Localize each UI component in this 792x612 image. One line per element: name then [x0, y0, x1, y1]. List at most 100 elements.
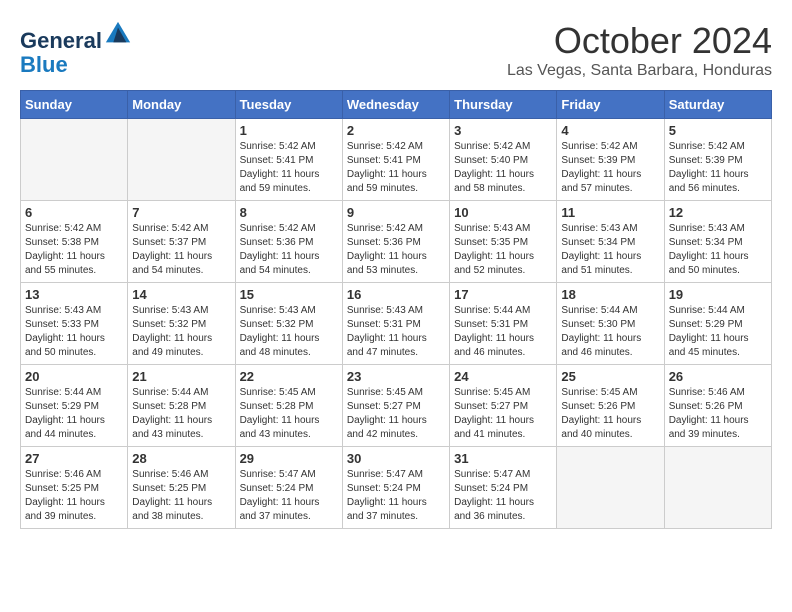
logo-blue-text: Blue	[20, 53, 132, 77]
calendar-cell: 9 Sunrise: 5:42 AMSunset: 5:36 PMDaylight…	[342, 201, 449, 283]
weekday-header-wednesday: Wednesday	[342, 91, 449, 119]
day-number: 15	[240, 287, 338, 302]
calendar-cell: 29 Sunrise: 5:47 AMSunset: 5:24 PMDayligh…	[235, 447, 342, 529]
day-info: Sunrise: 5:43 AMSunset: 5:32 PMDaylight:…	[240, 304, 338, 360]
calendar-cell: 20 Sunrise: 5:44 AMSunset: 5:29 PMDayligh…	[21, 365, 128, 447]
day-info: Sunrise: 5:46 AMSunset: 5:25 PMDaylight:…	[25, 468, 123, 524]
day-number: 31	[454, 451, 552, 466]
calendar-week-5: 27Sunrise: 5:46 AMSunset: 5:25 PMDayligh…	[21, 447, 772, 529]
day-number: 29	[240, 451, 338, 466]
day-info: Sunrise: 5:42 AMSunset: 5:37 PMDaylight:…	[132, 222, 230, 278]
calendar-cell	[21, 119, 128, 201]
day-info: Sunrise: 5:47 AMSunset: 5:24 PMDaylight:…	[347, 468, 445, 524]
logo: General Blue	[20, 20, 132, 77]
day-info: Sunrise: 5:45 AMSunset: 5:27 PMDaylight:…	[454, 386, 552, 442]
day-number: 4	[561, 123, 659, 138]
day-info: Sunrise: 5:46 AMSunset: 5:25 PMDaylight:…	[132, 468, 230, 524]
day-info: Sunrise: 5:46 AMSunset: 5:26 PMDaylight:…	[669, 386, 767, 442]
day-info: Sunrise: 5:43 AMSunset: 5:34 PMDaylight:…	[669, 222, 767, 278]
calendar-week-3: 13 Sunrise: 5:43 AMSunset: 5:33 PMDayligh…	[21, 283, 772, 365]
calendar-cell	[128, 119, 235, 201]
calendar-cell: 8 Sunrise: 5:42 AMSunset: 5:36 PMDaylight…	[235, 201, 342, 283]
calendar-cell: 15 Sunrise: 5:43 AMSunset: 5:32 PMDayligh…	[235, 283, 342, 365]
location-text: Las Vegas, Santa Barbara, Honduras	[507, 62, 772, 80]
day-info: Sunrise: 5:42 AMSunset: 5:36 PMDaylight:…	[240, 222, 338, 278]
day-info: Sunrise: 5:45 AMSunset: 5:27 PMDaylight:…	[347, 386, 445, 442]
day-number: 28	[132, 451, 230, 466]
calendar-cell: 23 Sunrise: 5:45 AMSunset: 5:27 PMDayligh…	[342, 365, 449, 447]
weekday-header-friday: Friday	[557, 91, 664, 119]
day-info: Sunrise: 5:43 AMSunset: 5:35 PMDaylight:…	[454, 222, 552, 278]
calendar-cell: 17 Sunrise: 5:44 AMSunset: 5:31 PMDayligh…	[450, 283, 557, 365]
calendar-cell: 1 Sunrise: 5:42 AMSunset: 5:41 PMDaylight…	[235, 119, 342, 201]
calendar-cell	[557, 447, 664, 529]
day-info: Sunrise: 5:42 AMSunset: 5:41 PMDaylight:…	[347, 140, 445, 196]
day-info: Sunrise: 5:44 AMSunset: 5:30 PMDaylight:…	[561, 304, 659, 360]
day-info: Sunrise: 5:45 AMSunset: 5:26 PMDaylight:…	[561, 386, 659, 442]
calendar-cell: 19 Sunrise: 5:44 AMSunset: 5:29 PMDayligh…	[664, 283, 771, 365]
calendar-cell: 18Sunrise: 5:44 AMSunset: 5:30 PMDayligh…	[557, 283, 664, 365]
day-info: Sunrise: 5:43 AMSunset: 5:34 PMDaylight:…	[561, 222, 659, 278]
calendar-cell: 12 Sunrise: 5:43 AMSunset: 5:34 PMDayligh…	[664, 201, 771, 283]
calendar-cell: 21Sunrise: 5:44 AMSunset: 5:28 PMDayligh…	[128, 365, 235, 447]
calendar-cell: 10 Sunrise: 5:43 AMSunset: 5:35 PMDayligh…	[450, 201, 557, 283]
calendar-cell: 7 Sunrise: 5:42 AMSunset: 5:37 PMDaylight…	[128, 201, 235, 283]
day-number: 11	[561, 205, 659, 220]
calendar-cell: 31 Sunrise: 5:47 AMSunset: 5:24 PMDayligh…	[450, 447, 557, 529]
calendar-table: SundayMondayTuesdayWednesdayThursdayFrid…	[20, 90, 772, 529]
day-info: Sunrise: 5:42 AMSunset: 5:41 PMDaylight:…	[240, 140, 338, 196]
month-title: October 2024	[507, 20, 772, 62]
day-number: 22	[240, 369, 338, 384]
day-number: 13	[25, 287, 123, 302]
weekday-header-thursday: Thursday	[450, 91, 557, 119]
day-info: Sunrise: 5:42 AMSunset: 5:36 PMDaylight:…	[347, 222, 445, 278]
day-number: 8	[240, 205, 338, 220]
day-number: 30	[347, 451, 445, 466]
day-info: Sunrise: 5:45 AMSunset: 5:28 PMDaylight:…	[240, 386, 338, 442]
day-info: Sunrise: 5:44 AMSunset: 5:31 PMDaylight:…	[454, 304, 552, 360]
weekday-header-saturday: Saturday	[664, 91, 771, 119]
title-section: October 2024 Las Vegas, Santa Barbara, H…	[507, 20, 772, 80]
day-number: 14	[132, 287, 230, 302]
day-number: 5	[669, 123, 767, 138]
day-number: 19	[669, 287, 767, 302]
day-number: 9	[347, 205, 445, 220]
calendar-cell: 22 Sunrise: 5:45 AMSunset: 5:28 PMDayligh…	[235, 365, 342, 447]
day-info: Sunrise: 5:47 AMSunset: 5:24 PMDaylight:…	[240, 468, 338, 524]
calendar-cell: 5 Sunrise: 5:42 AMSunset: 5:39 PMDaylight…	[664, 119, 771, 201]
day-number: 10	[454, 205, 552, 220]
day-number: 2	[347, 123, 445, 138]
calendar-cell: 27Sunrise: 5:46 AMSunset: 5:25 PMDayligh…	[21, 447, 128, 529]
day-number: 12	[669, 205, 767, 220]
calendar-cell: 26 Sunrise: 5:46 AMSunset: 5:26 PMDayligh…	[664, 365, 771, 447]
calendar-header-row: SundayMondayTuesdayWednesdayThursdayFrid…	[21, 91, 772, 119]
day-info: Sunrise: 5:43 AMSunset: 5:33 PMDaylight:…	[25, 304, 123, 360]
weekday-header-monday: Monday	[128, 91, 235, 119]
calendar-cell: 3Sunrise: 5:42 AMSunset: 5:40 PMDaylight…	[450, 119, 557, 201]
day-number: 1	[240, 123, 338, 138]
day-number: 17	[454, 287, 552, 302]
day-number: 21	[132, 369, 230, 384]
calendar-cell: 2 Sunrise: 5:42 AMSunset: 5:41 PMDaylight…	[342, 119, 449, 201]
logo-general: General	[20, 28, 102, 53]
day-number: 7	[132, 205, 230, 220]
weekday-header-tuesday: Tuesday	[235, 91, 342, 119]
day-number: 25	[561, 369, 659, 384]
day-number: 20	[25, 369, 123, 384]
calendar-cell: 24Sunrise: 5:45 AMSunset: 5:27 PMDayligh…	[450, 365, 557, 447]
day-info: Sunrise: 5:44 AMSunset: 5:29 PMDaylight:…	[669, 304, 767, 360]
day-number: 23	[347, 369, 445, 384]
calendar-cell: 4 Sunrise: 5:42 AMSunset: 5:39 PMDaylight…	[557, 119, 664, 201]
calendar-cell: 30 Sunrise: 5:47 AMSunset: 5:24 PMDayligh…	[342, 447, 449, 529]
day-info: Sunrise: 5:47 AMSunset: 5:24 PMDaylight:…	[454, 468, 552, 524]
calendar-cell: 28 Sunrise: 5:46 AMSunset: 5:25 PMDayligh…	[128, 447, 235, 529]
calendar-cell	[664, 447, 771, 529]
calendar-cell: 14Sunrise: 5:43 AMSunset: 5:32 PMDayligh…	[128, 283, 235, 365]
day-info: Sunrise: 5:44 AMSunset: 5:29 PMDaylight:…	[25, 386, 123, 442]
calendar-week-2: 6Sunrise: 5:42 AMSunset: 5:38 PMDaylight…	[21, 201, 772, 283]
logo-text: General	[20, 20, 132, 53]
day-number: 26	[669, 369, 767, 384]
day-info: Sunrise: 5:42 AMSunset: 5:39 PMDaylight:…	[561, 140, 659, 196]
calendar-cell: 25 Sunrise: 5:45 AMSunset: 5:26 PMDayligh…	[557, 365, 664, 447]
day-info: Sunrise: 5:42 AMSunset: 5:39 PMDaylight:…	[669, 140, 767, 196]
